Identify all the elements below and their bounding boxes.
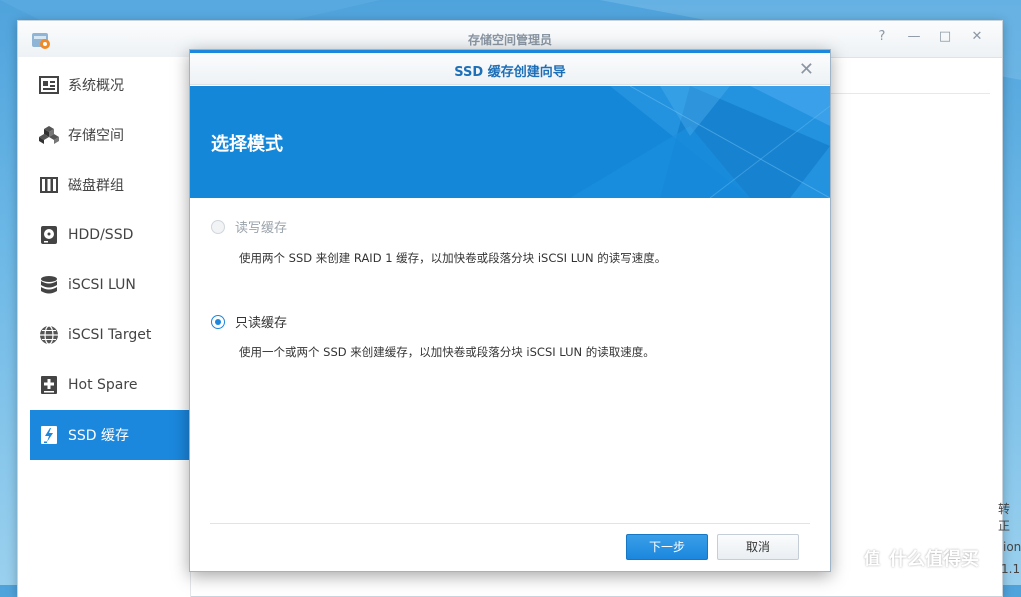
- minimize-button[interactable]: —: [904, 29, 924, 44]
- banner-title: 选择模式: [211, 134, 283, 155]
- wizard-banner: 选择模式: [190, 86, 830, 198]
- dialog-title: SSD 缓存创建向导: [454, 65, 566, 80]
- ssd-cache-icon: [38, 424, 60, 446]
- sidebar-item-label: SSD 缓存: [68, 428, 130, 444]
- database-icon: [38, 274, 60, 296]
- banner-decoration: [570, 86, 830, 198]
- sidebar-item-iscsi-target[interactable]: iSCSI Target: [30, 310, 190, 360]
- sidebar-item-label: HDD/SSD: [68, 227, 134, 243]
- maximize-button[interactable]: □: [935, 29, 955, 44]
- sidebar-item-label: 系统概况: [68, 78, 124, 94]
- ssd-cache-wizard-dialog: SSD 缓存创建向导 ✕ 选择模式 读写缓存 使用两个 SSD 来创建 RAID…: [189, 49, 831, 572]
- cancel-button[interactable]: 取消: [717, 534, 799, 560]
- sidebar-item-label: 磁盘群组: [68, 178, 124, 194]
- svg-text:值: 值: [864, 549, 880, 568]
- sidebar-item-label: iSCSI Target: [68, 327, 152, 343]
- sidebar-item-storage[interactable]: 存储空间: [30, 110, 190, 160]
- close-icon[interactable]: ✕: [799, 59, 814, 80]
- hot-spare-icon: [38, 374, 60, 396]
- storage-cubes-icon: [38, 124, 60, 146]
- sidebar-item-hdd-ssd[interactable]: HDD/SSD: [30, 210, 190, 260]
- disk-group-icon: [38, 174, 60, 196]
- sidebar-item-label: iSCSI LUN: [68, 277, 136, 293]
- sidebar-item-label: 存储空间: [68, 128, 124, 144]
- option-label: 读写缓存: [235, 221, 288, 236]
- watermark-logo-icon: 值: [857, 545, 883, 571]
- globe-icon: [38, 324, 60, 346]
- sidebar: 系统概况 存储空间 磁盘群组 HDD/SSD iSCSI LUN iSCSI T…: [18, 57, 191, 597]
- watermark-text: 什么值得买: [889, 549, 979, 570]
- radio-read-only[interactable]: [211, 314, 225, 329]
- background-text: ion: [1003, 540, 1021, 554]
- dialog-titlebar: SSD 缓存创建向导 ✕: [190, 50, 830, 85]
- footer-divider: [210, 523, 810, 524]
- sidebar-item-iscsi-lun[interactable]: iSCSI LUN: [30, 260, 190, 310]
- option-description: 使用一个或两个 SSD 来创建缓存，以加快卷或段落分块 iSCSI LUN 的读…: [239, 345, 655, 359]
- sidebar-item-hot-spare[interactable]: Hot Spare: [30, 360, 190, 410]
- sidebar-item-disk-group[interactable]: 磁盘群组: [30, 160, 190, 210]
- watermark: 值 什么值得买: [857, 543, 979, 573]
- hdd-icon: [38, 224, 60, 246]
- help-button[interactable]: ?: [872, 29, 892, 44]
- sidebar-item-overview[interactable]: 系统概况: [30, 60, 190, 110]
- option-description: 使用两个 SSD 来创建 RAID 1 缓存，以加快卷或段落分块 iSCSI L…: [239, 251, 667, 265]
- next-button[interactable]: 下一步: [626, 534, 708, 560]
- option-read-only-cache[interactable]: 只读缓存: [211, 312, 287, 331]
- background-text: 转正: [998, 502, 1011, 533]
- background-text: 1.1.8: [1001, 562, 1021, 576]
- window-title: 存储空间管理员: [467, 33, 552, 47]
- radio-read-write[interactable]: [211, 219, 225, 234]
- option-read-write-cache[interactable]: 读写缓存: [211, 217, 287, 236]
- overview-icon: [38, 74, 60, 96]
- close-window-button[interactable]: ✕: [967, 29, 987, 44]
- sidebar-item-ssd-cache[interactable]: SSD 缓存: [30, 410, 190, 460]
- option-label: 只读缓存: [235, 316, 288, 331]
- content-divider: [830, 93, 990, 94]
- sidebar-item-label: Hot Spare: [68, 377, 138, 393]
